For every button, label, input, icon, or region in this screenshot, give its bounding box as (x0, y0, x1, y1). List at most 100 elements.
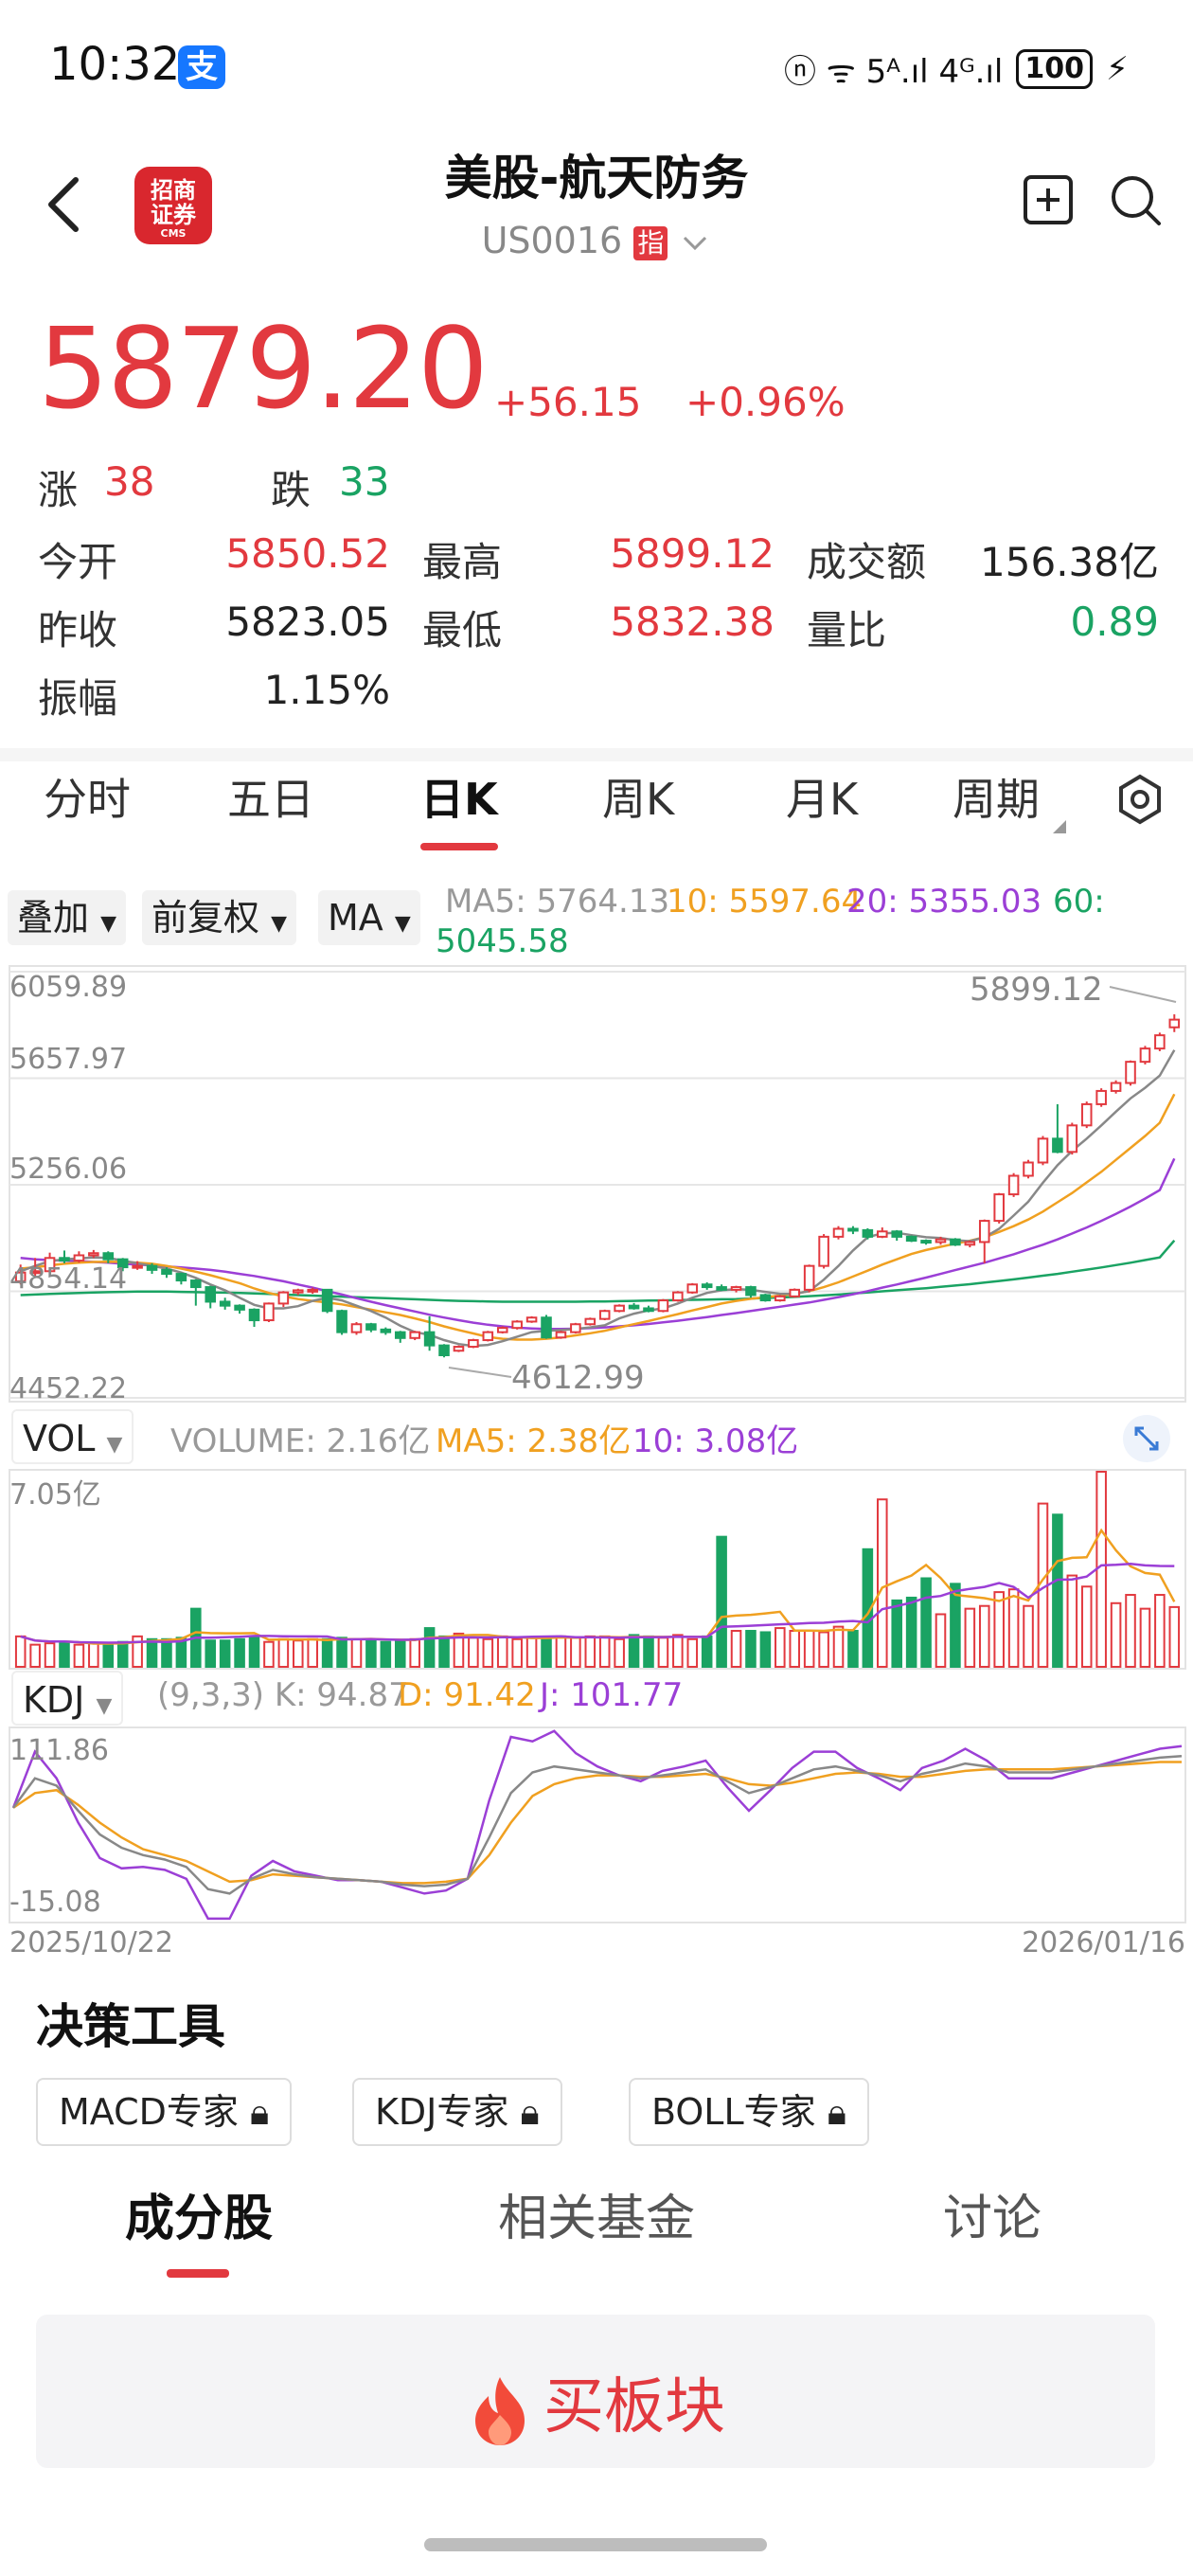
caret-down-icon: ▼ (100, 912, 117, 936)
candle (614, 1304, 625, 1313)
bolt-icon: ⚡ (1105, 49, 1129, 88)
candle (993, 1192, 1005, 1224)
chevron-down-icon (684, 236, 707, 250)
kdj-expert-button[interactable]: KDJ专家 🔒︎ (352, 2078, 562, 2146)
volume-bar (1154, 1594, 1166, 1668)
tab-constituents[interactable]: 成分股 (125, 2178, 273, 2249)
candle-body-up (935, 1238, 947, 1243)
volume-bar (628, 1634, 640, 1668)
adjust-label: 前复权 (151, 897, 260, 939)
candle-body-down (423, 1331, 436, 1347)
home-indicator[interactable] (424, 2538, 767, 2551)
macd-expert-button[interactable]: MACD专家 🔒︎ (36, 2078, 293, 2146)
index-code-selector[interactable]: US0016 指 (0, 220, 1193, 261)
tab-period[interactable]: 周期 (953, 765, 1040, 828)
volume-bar (146, 1637, 158, 1668)
buy-sector-text: 买板块 (543, 2372, 725, 2442)
candle-body-down (745, 1286, 757, 1297)
candle-body-up (570, 1323, 581, 1333)
candle-body-up (1023, 1161, 1034, 1177)
volume-bar (745, 1630, 757, 1669)
candle (511, 1320, 523, 1330)
tab-weekly-k[interactable]: 周K (602, 765, 674, 828)
lock-icon: 🔒︎ (827, 2091, 846, 2133)
ma10-legend: 10: 5597.64 (667, 883, 863, 921)
chart-settings-button[interactable] (1113, 773, 1166, 826)
candle-body-down (190, 1279, 202, 1289)
tab-discussion[interactable]: 讨论 (943, 2178, 1042, 2249)
last-price: 5879.20 (38, 303, 489, 434)
indicator-dropdown[interactable]: MA ▼ (318, 890, 420, 945)
candle (745, 1285, 757, 1298)
candle-body-down (321, 1288, 333, 1313)
gear-icon (1119, 774, 1161, 825)
tab-monthly-k[interactable]: 月K (786, 765, 858, 828)
volume-bar (759, 1631, 772, 1668)
candle (672, 1291, 684, 1302)
volume-ma10-legend: 10: 3.08亿 (632, 1422, 799, 1460)
candle-body-up (307, 1288, 318, 1293)
buy-sector-button[interactable]: 买板块 (36, 2315, 1155, 2468)
volume-bar (818, 1631, 829, 1668)
search-icon (1112, 176, 1161, 225)
candle-body-up (73, 1254, 85, 1262)
active-tab-indicator (420, 843, 498, 850)
down-label: 跌 (271, 467, 312, 513)
price-change-percent: +0.96% (686, 379, 846, 425)
candle (1052, 1103, 1063, 1154)
boll-expert-button[interactable]: BOLL专家 🔒︎ (629, 2078, 869, 2146)
down-count: 33 (339, 458, 390, 505)
overlay-dropdown[interactable]: 叠加 ▼ (8, 890, 127, 945)
volume-bar (657, 1637, 669, 1669)
candle (1168, 1014, 1181, 1032)
volume-bar (614, 1637, 625, 1668)
amplitude-label: 振幅 (38, 675, 118, 722)
kline-chart[interactable]: 6059.89 5657.97 5256.06 4854.14 4452.22 … (0, 962, 1193, 1407)
volume-bar (877, 1498, 888, 1668)
candle (759, 1294, 772, 1302)
tab-related-funds[interactable]: 相关基金 (498, 2178, 695, 2249)
end-date-label: 2026/01/16 (1022, 1926, 1185, 1959)
volume-bar (847, 1630, 859, 1669)
candle (409, 1331, 420, 1341)
candle-body-down (438, 1344, 450, 1356)
candle-body-down (336, 1310, 347, 1333)
tab-intraday[interactable]: 分时 (44, 765, 131, 828)
volume-bar (789, 1630, 801, 1669)
candle (570, 1322, 581, 1334)
adjust-dropdown[interactable]: 前复权 ▼ (142, 890, 297, 945)
candle (1007, 1172, 1020, 1197)
volume-bar (525, 1637, 538, 1669)
kdj-indicator-dropdown[interactable]: KDJ ▼ (11, 1671, 124, 1726)
candle (438, 1344, 450, 1358)
up-count: 38 (104, 458, 155, 505)
volume-indicator-dropdown[interactable]: VOL ▼ (11, 1409, 134, 1464)
low-label: 最低 (422, 607, 503, 653)
candle-body-up (877, 1230, 888, 1238)
tab-five-day[interactable]: 五日 (227, 765, 314, 828)
volume-bar (1110, 1601, 1122, 1668)
search-button[interactable] (1108, 172, 1165, 229)
volume-bar (394, 1639, 406, 1668)
volume-bar (438, 1635, 450, 1668)
candle (336, 1309, 347, 1335)
low-annotation-leader (448, 1367, 512, 1378)
ma60-legend-value: 5045.58 (436, 922, 569, 960)
flame-icon (475, 2377, 525, 2446)
volume-bar (730, 1630, 742, 1669)
tool-label: BOLL专家 (651, 2091, 816, 2133)
volume-bar (1007, 1588, 1020, 1669)
turnover-label: 成交额 (807, 539, 927, 585)
prev-close-label: 昨收 (38, 607, 118, 653)
candle (205, 1285, 217, 1309)
candle (277, 1291, 290, 1308)
candle-body-up (614, 1304, 625, 1313)
expand-button[interactable] (1123, 1415, 1170, 1462)
add-watchlist-button[interactable] (1023, 174, 1074, 225)
candle-body-down (1052, 1137, 1063, 1154)
tab-daily-k[interactable]: 日K (420, 765, 498, 828)
kdj-chart[interactable]: 111.86 -15.08 (0, 1726, 1193, 1924)
volume-bar (993, 1591, 1005, 1668)
volume-chart[interactable]: 7.05亿 (0, 1468, 1193, 1671)
candle (321, 1288, 333, 1314)
